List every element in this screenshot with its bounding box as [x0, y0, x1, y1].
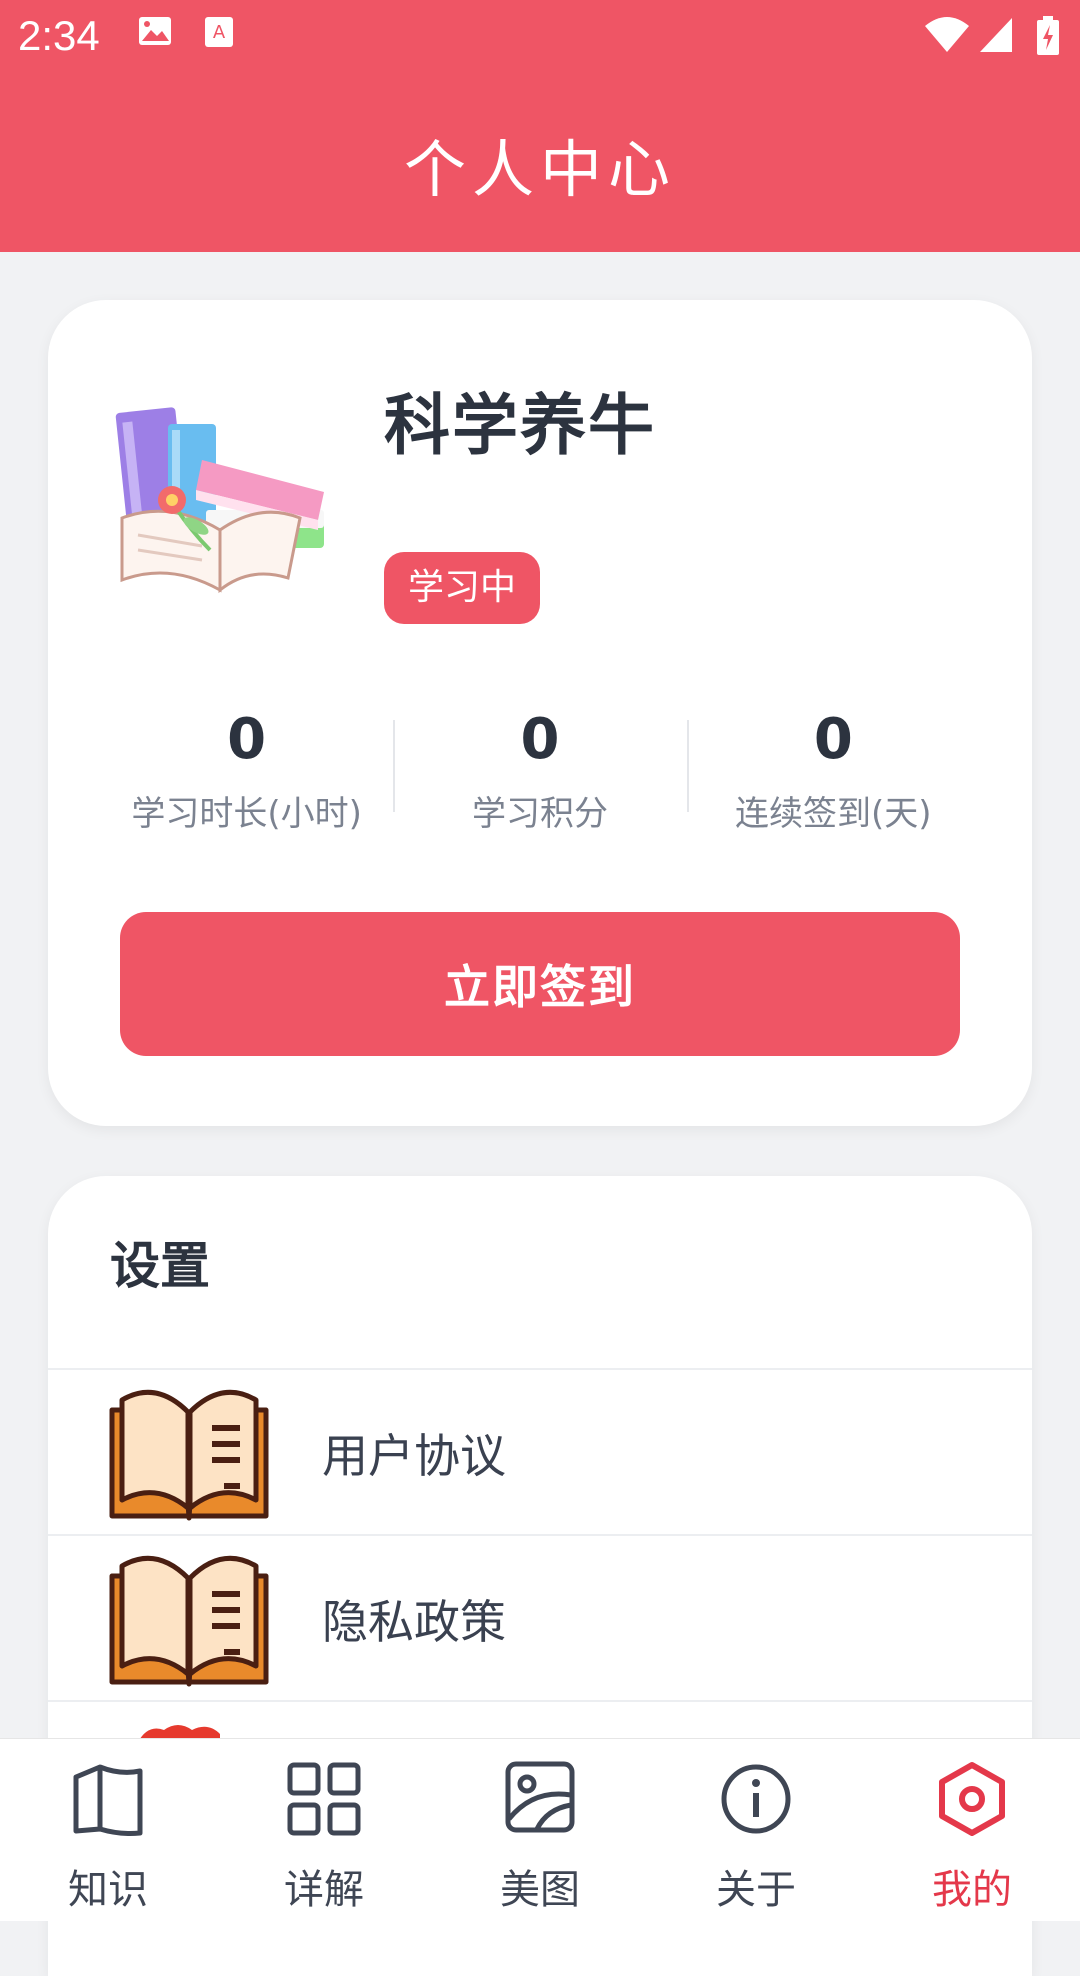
settings-item-user-agreement[interactable]: 用户协议 [48, 1368, 1032, 1534]
nav-item-about[interactable]: 关于 [648, 1739, 864, 1921]
nav-label: 关于 [716, 1867, 796, 1913]
stat-label: 学习积分 [471, 794, 608, 834]
stat-checkin-days: 0 连续签到(天) [686, 700, 980, 850]
nav-label: 详解 [284, 1867, 364, 1913]
stat-label: 连续签到(天) [735, 794, 932, 834]
stats-row: 0 学习时长(小时) 0 学习积分 0 连续签到(天) [100, 700, 980, 850]
status-badge: 学习中 [384, 552, 541, 624]
hexagon-settings-icon [939, 1762, 1005, 1836]
book-icon [108, 1548, 270, 1690]
profile-card: 科学养牛 学习中 0 学习时长(小时) 0 学习积分 0 连续签到(天) 立即签… [48, 300, 1032, 1126]
nav-item-gallery[interactable]: 美图 [432, 1739, 648, 1921]
image-icon [505, 1761, 575, 1833]
nav-item-knowledge[interactable]: 知识 [0, 1739, 216, 1921]
stat-study-hours: 0 学习时长(小时) [100, 700, 393, 850]
nav-item-details[interactable]: 详解 [216, 1739, 432, 1921]
username: 科学养牛 [384, 387, 656, 464]
avatar [110, 390, 340, 620]
stat-value: 0 [813, 707, 853, 772]
info-icon [721, 1764, 791, 1834]
stat-value: 0 [227, 707, 267, 772]
stat-label: 学习时长(小时) [131, 794, 362, 834]
cellular-signal-icon [978, 16, 1014, 58]
status-bar: 2:34 A [0, 0, 1080, 75]
svg-text:A: A [213, 22, 226, 43]
settings-item-label: 用户协议 [322, 1429, 506, 1483]
app-header: 个人中心 [0, 75, 1080, 252]
nav-label: 我的 [932, 1867, 1012, 1913]
grid-icon [287, 1762, 361, 1836]
page-title: 个人中心 [403, 132, 676, 206]
settings-title: 设置 [110, 1237, 210, 1295]
settings-item-privacy-policy[interactable]: 隐私政策 [48, 1534, 1032, 1700]
book-open-icon [73, 1764, 143, 1836]
nav-item-mine[interactable]: 我的 [864, 1739, 1080, 1921]
stat-value: 0 [520, 707, 560, 772]
nav-label: 美图 [500, 1867, 580, 1913]
status-time: 2:34 [18, 12, 100, 59]
bottom-nav: 知识 详解 美图 关于 我的 [0, 1738, 1080, 1921]
settings-item-label: 隐私政策 [322, 1595, 506, 1649]
wifi-icon [924, 16, 970, 58]
app-notification-icon: A [204, 16, 234, 52]
nav-label: 知识 [68, 1867, 148, 1913]
battery-icon [1036, 16, 1060, 60]
checkin-button[interactable]: 立即签到 [120, 912, 960, 1056]
stat-study-points: 0 学习积分 [393, 700, 686, 850]
books-illustration-icon [115, 407, 324, 594]
book-icon [108, 1382, 270, 1524]
image-notification-icon [138, 16, 172, 50]
